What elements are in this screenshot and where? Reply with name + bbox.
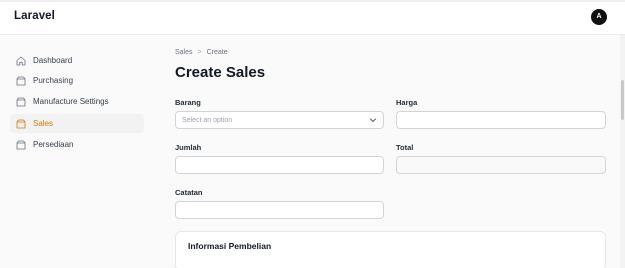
- barang-select[interactable]: Select an option: [175, 111, 384, 129]
- box-icon: [16, 119, 26, 129]
- home-icon: [16, 56, 26, 66]
- sidebar-item-purchasing[interactable]: Purchasing: [10, 71, 144, 90]
- section-title: Informasi Pembelian: [188, 241, 272, 251]
- top-border: [0, 0, 625, 2]
- breadcrumb-parent-link[interactable]: Sales: [175, 49, 193, 56]
- sidebar-item-label: Manufacture Settings: [33, 97, 109, 106]
- sidebar-item-sales[interactable]: Sales: [10, 114, 144, 133]
- box-icon: [16, 140, 26, 150]
- user-avatar[interactable]: A: [591, 9, 607, 25]
- box-icon: [16, 76, 26, 86]
- barang-placeholder: Select an option: [182, 116, 233, 124]
- jumlah-field[interactable]: [175, 156, 384, 174]
- sidebar-item-label: Dashboard: [33, 56, 73, 65]
- sidebar-item-persediaan[interactable]: Persediaan: [10, 135, 144, 154]
- sidebar-item-dashboard[interactable]: Dashboard: [10, 51, 144, 70]
- sidebar-item-label: Sales: [33, 119, 54, 128]
- app-brand[interactable]: Laravel: [14, 10, 55, 22]
- sidebar-item-label: Persediaan: [33, 140, 74, 149]
- harga-field[interactable]: [396, 111, 606, 129]
- top-navbar: Laravel A: [0, 0, 625, 35]
- page-title: Create Sales: [175, 64, 266, 81]
- catatan-label: Catatan: [175, 188, 203, 197]
- barang-label: Barang: [175, 98, 201, 107]
- catatan-field[interactable]: [175, 201, 384, 219]
- informasi-pembelian-section: Informasi Pembelian: [175, 231, 606, 268]
- page-scrollbar[interactable]: [620, 35, 625, 268]
- jumlah-label: Jumlah: [175, 143, 202, 152]
- chevron-down-icon: [369, 111, 377, 129]
- sidebar-item-manufacture-settings[interactable]: Manufacture Settings: [10, 92, 144, 111]
- breadcrumb-separator: >: [197, 49, 202, 56]
- box-icon: [16, 97, 26, 107]
- sidebar-item-label: Purchasing: [33, 76, 74, 85]
- breadcrumb: Sales > Create: [175, 49, 228, 56]
- scrollbar-thumb[interactable]: [621, 80, 624, 120]
- total-field: [396, 156, 606, 174]
- harga-label: Harga: [396, 98, 418, 107]
- total-label: Total: [396, 143, 414, 152]
- breadcrumb-current: Create: [206, 49, 228, 56]
